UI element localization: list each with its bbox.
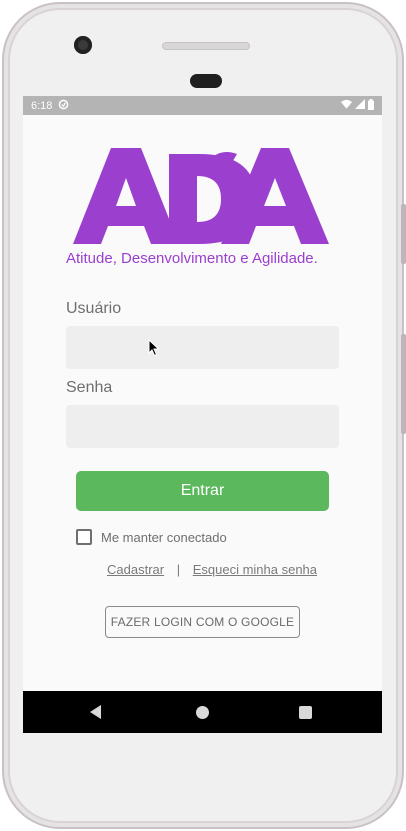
google-login-button[interactable]: FAZER LOGIN COM O GOOGLE: [105, 606, 300, 638]
mouse-cursor-icon: [148, 338, 160, 362]
earpiece-speaker: [162, 42, 250, 50]
password-input[interactable]: [66, 405, 339, 448]
tagline: Atitude, Desenvolvimento e Agilidade.: [66, 250, 318, 267]
login-button[interactable]: Entrar: [76, 471, 329, 511]
sync-icon: [58, 99, 69, 113]
forgot-password-link[interactable]: Esqueci minha senha: [193, 562, 317, 577]
home-icon[interactable]: [196, 706, 209, 719]
recent-apps-icon[interactable]: [299, 706, 312, 719]
android-nav-bar: [23, 691, 382, 733]
ada-logo: [71, 146, 331, 248]
proximity-sensor: [190, 74, 222, 88]
remember-checkbox[interactable]: [76, 529, 92, 545]
status-time: 6:18: [31, 99, 53, 112]
auth-links: Cadastrar | Esqueci minha senha: [107, 562, 317, 577]
status-bar: 6:18: [23, 96, 382, 115]
username-label: Usuário: [66, 300, 122, 317]
back-icon[interactable]: [90, 705, 101, 719]
username-input[interactable]: [66, 326, 339, 369]
password-label: Senha: [66, 379, 113, 396]
power-button: [401, 334, 406, 434]
register-link[interactable]: Cadastrar: [107, 562, 164, 577]
wifi-icon: [341, 99, 352, 112]
app-screen: 6:18 Atitude, Desenvolvimento e Agilidad…: [23, 96, 382, 733]
battery-icon: [368, 98, 374, 113]
remember-label: Me manter conectado: [101, 529, 227, 545]
volume-button: [401, 204, 406, 264]
remember-me[interactable]: Me manter conectado: [76, 529, 227, 545]
front-camera: [74, 36, 92, 54]
signal-icon: [355, 99, 365, 112]
links-separator: |: [176, 562, 181, 577]
